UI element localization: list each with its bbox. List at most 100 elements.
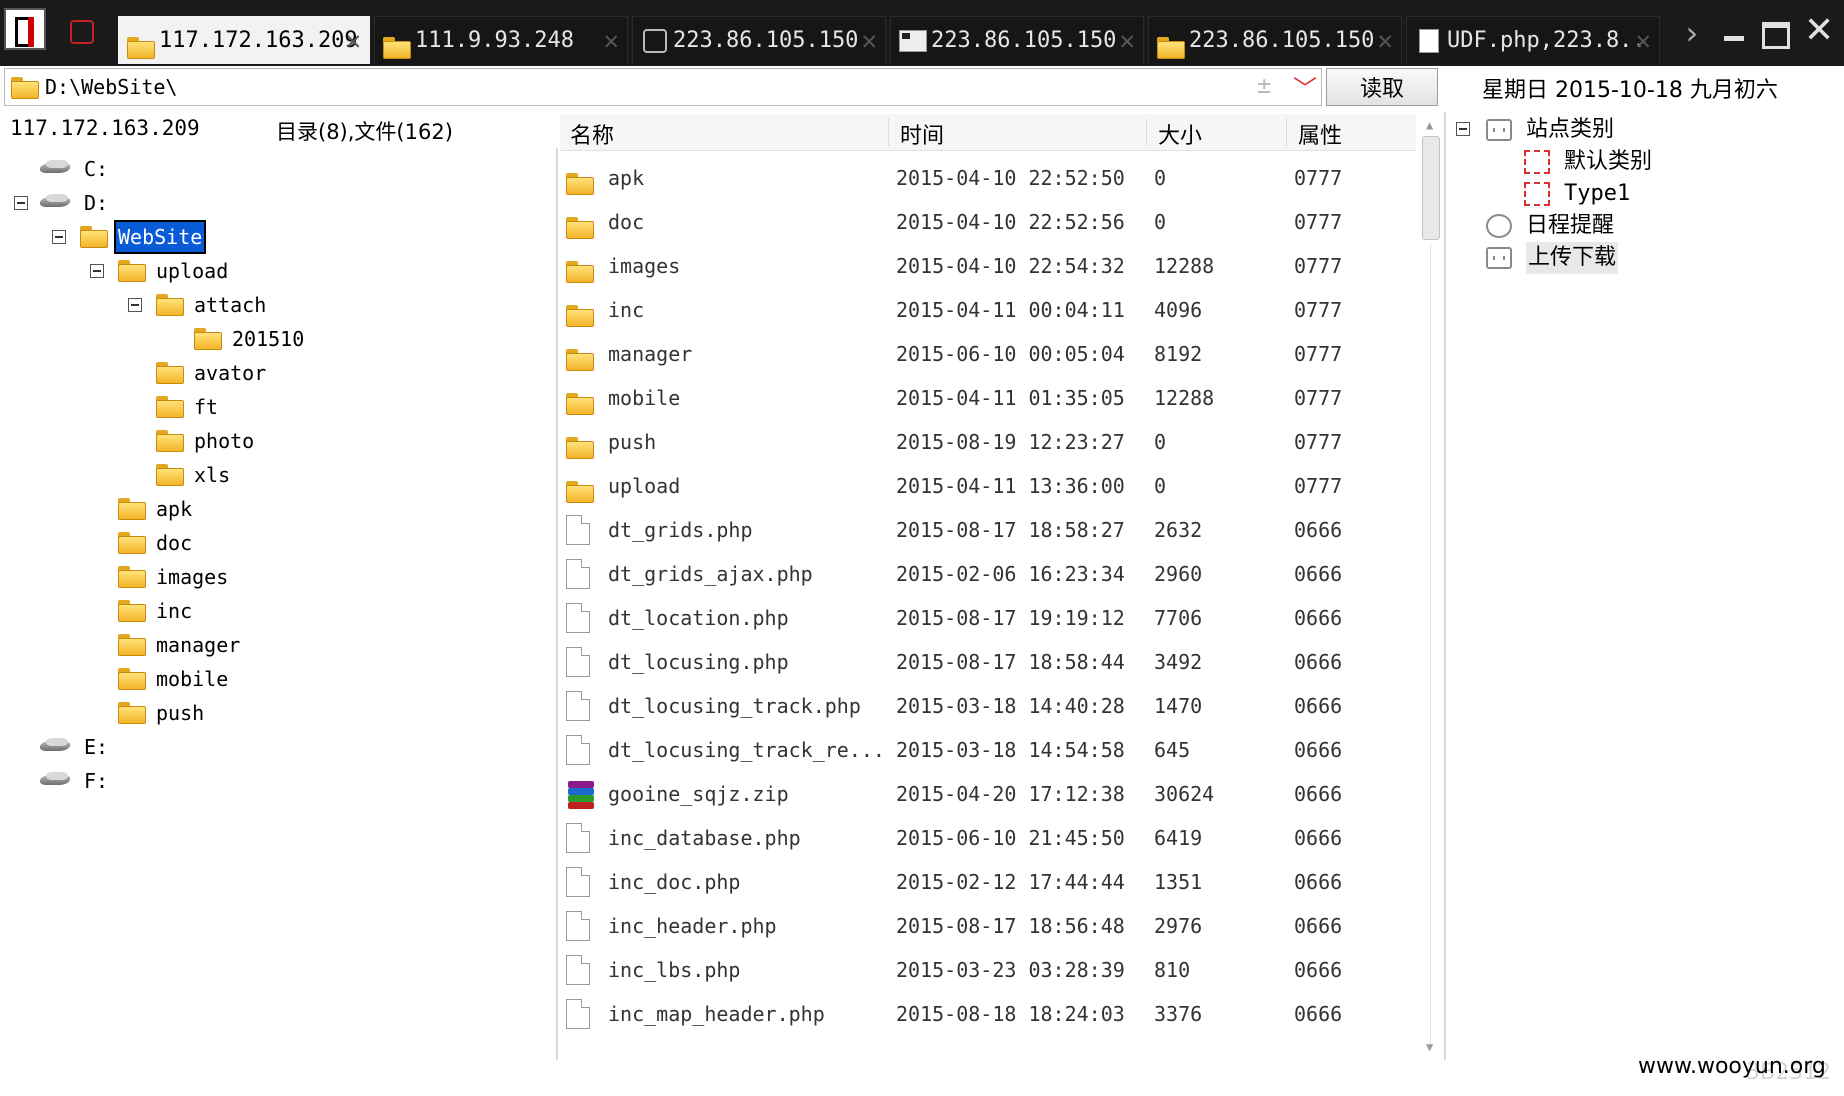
maximize-icon[interactable]: [1762, 22, 1790, 49]
collapse-toggle[interactable]: [128, 298, 142, 312]
file-attr: 0666: [1294, 606, 1343, 630]
add-bookmark-icon[interactable]: ±: [1257, 71, 1271, 99]
close-icon[interactable]: ✕: [1377, 17, 1393, 64]
table-row[interactable]: inc_database.php 2015-06-10 21:45:50 6419 0…: [560, 816, 1416, 860]
table-row[interactable]: inc_map_header.php 2015-08-18 18:24:03 337…: [560, 992, 1416, 1036]
scroll-thumb[interactable]: [1422, 136, 1440, 240]
file-name: push: [608, 430, 657, 454]
table-row[interactable]: dt_grids_ajax.php 2015-02-06 16:23:34 2960…: [560, 552, 1416, 596]
right-divider[interactable]: [1444, 112, 1446, 1060]
file-time: 2015-03-18 14:54:58: [896, 738, 1125, 762]
table-row[interactable]: gooine_sqjz.zip 2015-04-20 17:12:38 30624 0…: [560, 772, 1416, 816]
file-icon: [566, 559, 590, 589]
file-attr: 0777: [1294, 254, 1343, 278]
table-row[interactable]: apk 2015-04-10 22:52:50 0 0777: [560, 156, 1416, 200]
table-row[interactable]: dt_locusing_track_re... 2015-03-18 14:54:…: [560, 728, 1416, 772]
file-attr: 0666: [1294, 738, 1343, 762]
tab-udf-php[interactable]: UDF.php,223.8.. ✕: [1406, 16, 1660, 64]
close-icon[interactable]: ✕: [1635, 17, 1651, 64]
tab-223-86-105-150-db[interactable]: 223.86.105.150 ✕: [632, 16, 886, 64]
table-row[interactable]: inc_lbs.php 2015-03-23 03:28:39 810 0666: [560, 948, 1416, 992]
file-list-scrollbar[interactable]: ▲ ▼: [1420, 114, 1442, 1060]
table-row[interactable]: inc_doc.php 2015-02-12 17:44:44 1351 0666: [560, 860, 1416, 904]
file-attr: 0666: [1294, 562, 1343, 586]
file-attr: 0777: [1294, 386, 1343, 410]
file-size: 12288: [1154, 254, 1215, 278]
file-attr: 0666: [1294, 518, 1343, 542]
file-size: 12288: [1154, 386, 1215, 410]
close-icon[interactable]: ✕: [861, 17, 877, 64]
close-icon[interactable]: ✕: [345, 17, 361, 64]
table-row[interactable]: dt_locusing.php 2015-08-17 18:58:44 3492 06…: [560, 640, 1416, 684]
file-icon: [566, 867, 590, 897]
file-time: 2015-02-06 16:23:34: [896, 562, 1125, 586]
table-row[interactable]: doc 2015-04-10 22:52:56 0 0777: [560, 200, 1416, 244]
read-button[interactable]: 读取: [1326, 68, 1438, 106]
window-close-icon[interactable]: ✕: [1804, 10, 1834, 51]
file-icon: [566, 911, 590, 941]
folder-icon: [118, 634, 146, 656]
table-row[interactable]: mobile 2015-04-11 01:35:05 12288 0777: [560, 376, 1416, 420]
file-name: manager: [608, 342, 693, 366]
close-icon[interactable]: ✕: [603, 17, 619, 64]
file-attr: 0777: [1294, 430, 1343, 454]
folder-icon: [156, 464, 184, 486]
file-time: 2015-06-10 21:45:50: [896, 826, 1125, 850]
table-row[interactable]: push 2015-08-19 12:23:27 0 0777: [560, 420, 1416, 464]
file-icon: [566, 515, 590, 545]
tab-111-9-93-248[interactable]: 111.9.93.248 ✕: [374, 16, 628, 64]
close-icon[interactable]: ✕: [1119, 17, 1135, 64]
category-icon: [1486, 119, 1512, 141]
date-label: 星期日 2015-10-18 九月初六: [1482, 78, 1778, 103]
column-attr[interactable]: 属性: [1298, 118, 1342, 150]
tab-223-86-105-150-terminal[interactable]: 223.86.105.150 ✕: [890, 16, 1144, 64]
table-row[interactable]: inc_header.php 2015-08-17 18:56:48 2976 066…: [560, 904, 1416, 948]
file-name: dt_locusing_track_re...: [608, 738, 885, 762]
collapse-toggle[interactable]: [1456, 122, 1470, 136]
table-row[interactable]: upload 2015-04-11 13:36:00 0 0777: [560, 464, 1416, 508]
file-size: 0: [1154, 166, 1167, 190]
table-row[interactable]: inc 2015-04-11 00:04:11 4096 0777: [560, 288, 1416, 332]
tab-scroll-right-icon[interactable]: ›: [1682, 14, 1701, 52]
column-size[interactable]: 大小: [1158, 118, 1202, 150]
file-icon: [566, 955, 590, 985]
folder-icon: [1157, 29, 1185, 59]
drive-icon: [40, 160, 72, 176]
file-time: 2015-08-17 19:19:12: [896, 606, 1125, 630]
record-icon[interactable]: [62, 12, 102, 52]
file-size: 1351: [1154, 870, 1203, 894]
table-row[interactable]: dt_locusing_track.php 2015-03-18 14:40:28…: [560, 684, 1416, 728]
column-time[interactable]: 时间: [900, 118, 944, 150]
file-icon: [566, 999, 590, 1029]
file-name: dt_locusing_track.php: [608, 694, 861, 718]
file-size: 6419: [1154, 826, 1203, 850]
file-name: doc: [608, 210, 645, 234]
file-time: 2015-06-10 00:05:04: [896, 342, 1125, 366]
tab-223-86-105-150-files[interactable]: 223.86.105.150 ✕: [1148, 16, 1402, 64]
main-area: ± ﹀ 读取 星期日 2015-10-18 九月初六 117.172.163.2…: [0, 66, 1844, 1096]
chevron-down-icon[interactable]: ﹀: [1293, 69, 1317, 104]
file-time: 2015-03-18 14:40:28: [896, 694, 1125, 718]
tab-117-172-163-209[interactable]: 117.172.163.209 ✕: [118, 16, 370, 64]
folder-icon: [127, 29, 155, 59]
table-row[interactable]: images 2015-04-10 22:54:32 12288 0777: [560, 244, 1416, 288]
file-time: 2015-08-18 18:24:03: [896, 1002, 1125, 1026]
app-logo-icon[interactable]: [4, 8, 46, 50]
scroll-down-icon[interactable]: ▼: [1426, 1040, 1433, 1054]
file-time: 2015-04-10 22:52:56: [896, 210, 1125, 234]
table-row[interactable]: dt_grids.php 2015-08-17 18:58:27 2632 0666: [560, 508, 1416, 552]
file-size: 2632: [1154, 518, 1203, 542]
collapse-toggle[interactable]: [14, 196, 28, 210]
minimize-icon[interactable]: [1724, 36, 1744, 41]
left-divider[interactable]: [556, 148, 558, 1060]
collapse-toggle[interactable]: [52, 230, 66, 244]
table-row[interactable]: manager 2015-06-10 00:05:04 8192 0777: [560, 332, 1416, 376]
file-name: inc_database.php: [608, 826, 801, 850]
column-name[interactable]: 名称: [570, 118, 614, 150]
file-size: 3376: [1154, 1002, 1203, 1026]
collapse-toggle[interactable]: [90, 264, 104, 278]
table-row[interactable]: dt_location.php 2015-08-17 19:19:12 7706 06…: [560, 596, 1416, 640]
scroll-up-icon[interactable]: ▲: [1426, 118, 1433, 132]
address-input[interactable]: [45, 73, 1245, 101]
file-name: inc_lbs.php: [608, 958, 741, 982]
